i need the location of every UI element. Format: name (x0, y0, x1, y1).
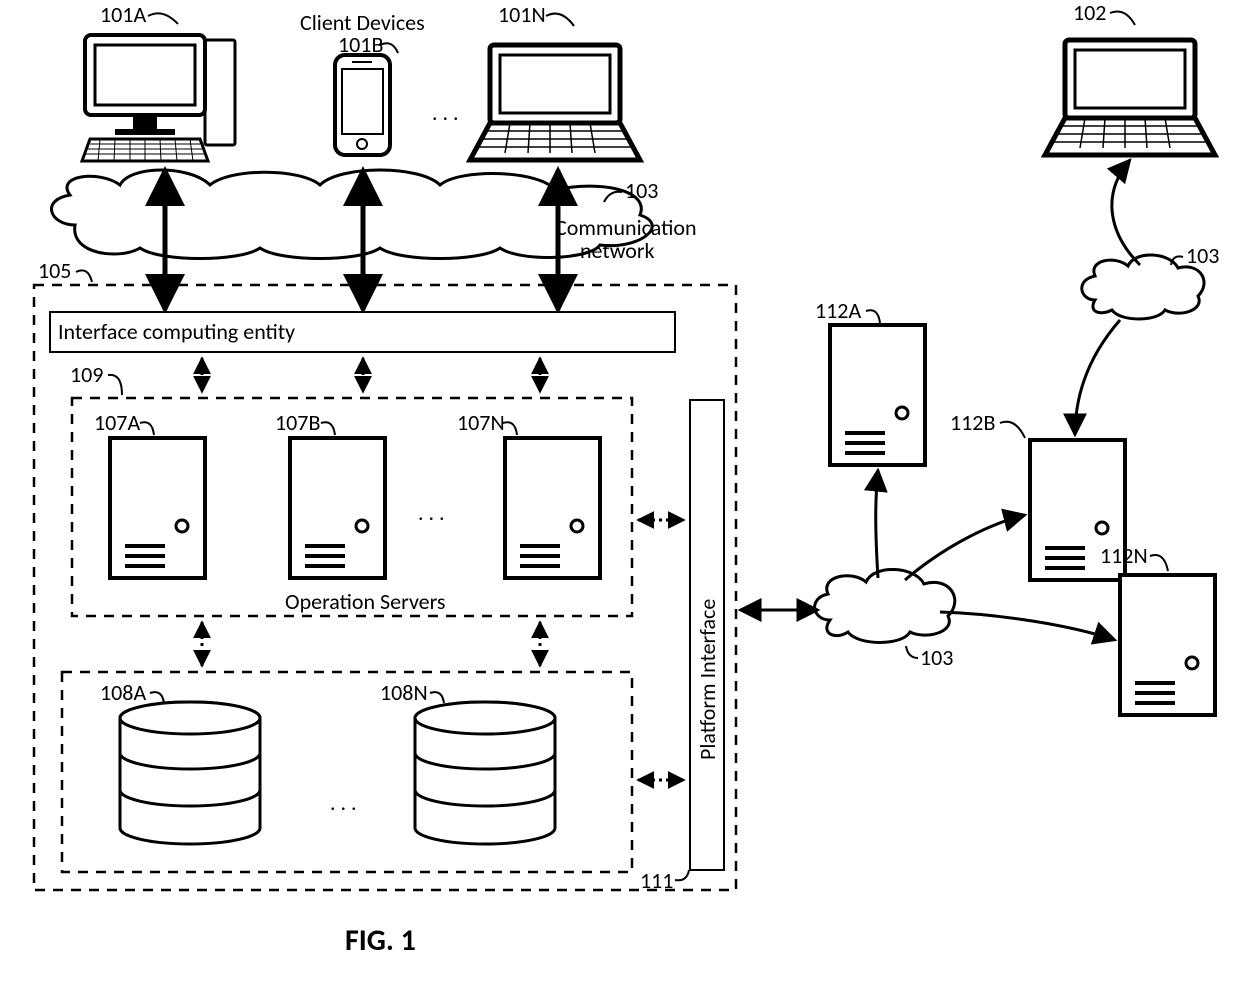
interface-entity-label: Interface computing entity (58, 318, 295, 345)
ellipsis: . . . (418, 499, 445, 526)
ref-103c: 103 (920, 644, 953, 671)
laptop-icon (1045, 40, 1215, 155)
database-icon (120, 702, 260, 844)
laptop-icon (470, 45, 640, 160)
operation-servers-label: Operation Servers (285, 588, 446, 615)
ref-107A: 107A (94, 409, 140, 436)
ref-102: 102 (1073, 0, 1106, 26)
platform-interface-label: Platform Interface (694, 599, 721, 760)
comm-network-label-2: network (580, 237, 655, 264)
server-icon (290, 438, 385, 578)
ref-112B: 112B (950, 409, 995, 436)
ref-101A: 101A (100, 1, 146, 28)
ellipsis: . . . (432, 99, 459, 126)
ref-101N: 101N (498, 1, 546, 28)
server-icon (830, 325, 925, 465)
ref-101B: 101B (338, 31, 383, 58)
ref-108A: 108A (100, 679, 146, 706)
server-icon (1120, 575, 1215, 715)
server-icon (110, 438, 205, 578)
phone-icon (335, 55, 390, 155)
ref-111: 111 (640, 867, 673, 894)
desktop-icon (82, 35, 235, 161)
ref-109: 109 (70, 361, 103, 388)
ref-108N: 108N (380, 679, 428, 706)
ref-103a: 103 (625, 177, 658, 204)
ellipsis: . . . (330, 789, 357, 816)
database-icon (415, 702, 555, 844)
ref-107B: 107B (275, 409, 320, 436)
figure-title: FIG. 1 (345, 922, 416, 959)
ref-112A: 112A (815, 297, 861, 324)
ref-112N: 112N (1100, 542, 1148, 569)
server-icon (505, 438, 600, 578)
cloud-icon (815, 569, 955, 642)
ref-105: 105 (38, 257, 71, 284)
ref-103b: 103 (1186, 242, 1219, 269)
ref-107N: 107N (457, 409, 505, 436)
